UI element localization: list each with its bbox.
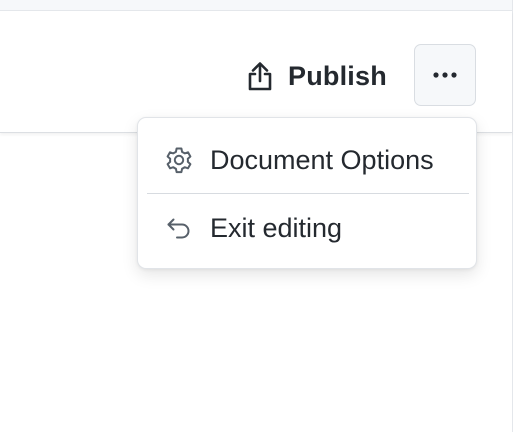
- more-options-button[interactable]: [414, 44, 476, 106]
- right-edge-divider: [512, 0, 513, 432]
- menu-item-exit-editing[interactable]: Exit editing: [138, 195, 476, 261]
- top-strip: [0, 0, 512, 11]
- menu-divider: [147, 193, 469, 194]
- menu-item-document-options[interactable]: Document Options: [138, 127, 476, 193]
- options-dropdown-menu: Document Options Exit editing: [137, 117, 477, 269]
- undo-arrow-icon: [164, 213, 194, 243]
- upload-icon: [246, 60, 274, 92]
- publish-label: Publish: [288, 60, 387, 91]
- menu-item-label: Exit editing: [210, 212, 343, 243]
- publish-button[interactable]: Publish: [240, 56, 393, 96]
- gear-icon: [164, 145, 194, 175]
- ellipsis-icon: [432, 66, 458, 84]
- menu-item-label: Document Options: [210, 144, 434, 175]
